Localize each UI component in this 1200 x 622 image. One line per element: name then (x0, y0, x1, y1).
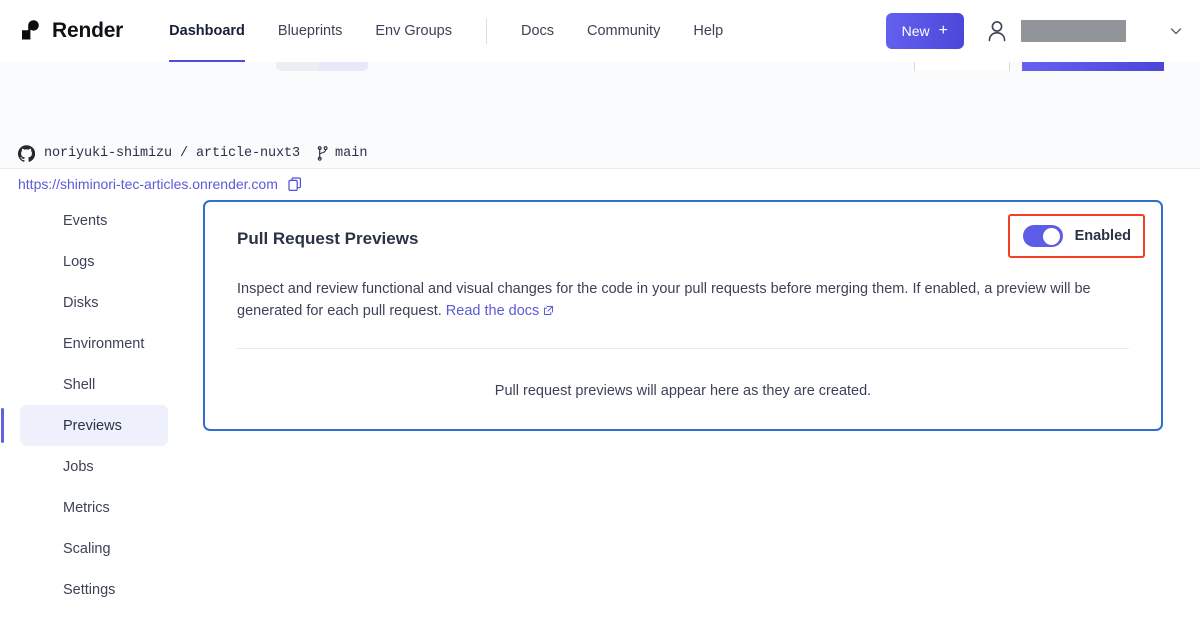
git-branch-icon (317, 146, 328, 161)
account-name-redacted (1021, 20, 1126, 42)
nav-right-group: New + (885, 13, 1184, 49)
sidebar-item-environment[interactable]: Environment (20, 323, 168, 364)
nav-link-docs[interactable]: Docs (521, 0, 554, 62)
service-subheader: noriyuki-shimizu / article-nuxt3 main ht… (0, 57, 1200, 192)
card-description-text: Inspect and review functional and visual… (237, 281, 1091, 319)
repository-path[interactable]: noriyuki-shimizu / article-nuxt3 (44, 146, 300, 161)
previews-toggle-highlight: Enabled (1007, 214, 1145, 258)
copy-icon[interactable] (288, 176, 302, 192)
sidebar-item-settings[interactable]: Settings (20, 569, 168, 610)
sidebar-item-events[interactable]: Events (20, 200, 168, 241)
sidebar-item-metrics[interactable]: Metrics (20, 487, 168, 528)
branch-name: main (335, 146, 368, 161)
sidebar-item-shell[interactable]: Shell (20, 364, 168, 405)
nav-link-env-groups[interactable]: Env Groups (375, 0, 452, 62)
service-url-link[interactable]: https://shiminori-tec-articles.onrender.… (18, 176, 278, 192)
previews-empty-state: Pull request previews will appear here a… (494, 383, 872, 399)
sidebar-item-scaling[interactable]: Scaling (20, 528, 168, 569)
nav-divider (485, 18, 487, 44)
sidebar-item-jobs[interactable]: Jobs (20, 446, 168, 487)
new-button[interactable]: New + (885, 13, 964, 49)
person-icon (988, 21, 1006, 42)
chevron-down-icon[interactable] (1168, 23, 1184, 39)
service-sidebar: Events Logs Disks Environment Shell Prev… (0, 200, 190, 610)
service-url-line: https://shiminori-tec-articles.onrender.… (18, 176, 302, 192)
sidebar-item-previews[interactable]: Previews (1, 405, 168, 446)
account-menu[interactable] (986, 19, 1126, 43)
card-divider (237, 348, 1129, 349)
card-description: Inspect and review functional and visual… (237, 278, 1127, 322)
nav-links: Dashboard Blueprints Env Groups Docs Com… (169, 0, 756, 62)
previews-toggle-label: Enabled (1074, 228, 1131, 244)
nav-link-blueprints[interactable]: Blueprints (278, 0, 342, 62)
new-button-label: New (901, 23, 930, 39)
pull-request-previews-card: Pull Request Previews Enabled Inspect an… (203, 200, 1163, 431)
nav-link-help[interactable]: Help (693, 0, 723, 62)
read-the-docs-link[interactable]: Read the docs (446, 303, 540, 319)
card-header: Pull Request Previews Enabled (205, 202, 1161, 272)
nav-link-dashboard[interactable]: Dashboard (169, 0, 245, 62)
brand-logo-area[interactable]: Render (18, 18, 123, 44)
plus-icon: + (938, 22, 948, 39)
sidebar-item-logs[interactable]: Logs (20, 241, 168, 282)
sidebar-item-disks[interactable]: Disks (20, 282, 168, 323)
previews-toggle-switch[interactable] (1022, 225, 1063, 247)
render-logo-icon (22, 20, 39, 40)
brand-name: Render (52, 19, 124, 42)
nav-link-community[interactable]: Community (587, 0, 660, 62)
github-icon (18, 145, 35, 162)
card-title: Pull Request Previews (237, 229, 419, 248)
repository-line: noriyuki-shimizu / article-nuxt3 main (18, 145, 367, 162)
external-link-icon[interactable] (543, 305, 554, 316)
top-navigation-bar: Render Dashboard Blueprints Env Groups D… (0, 0, 1200, 62)
toggle-knob (1043, 227, 1061, 245)
